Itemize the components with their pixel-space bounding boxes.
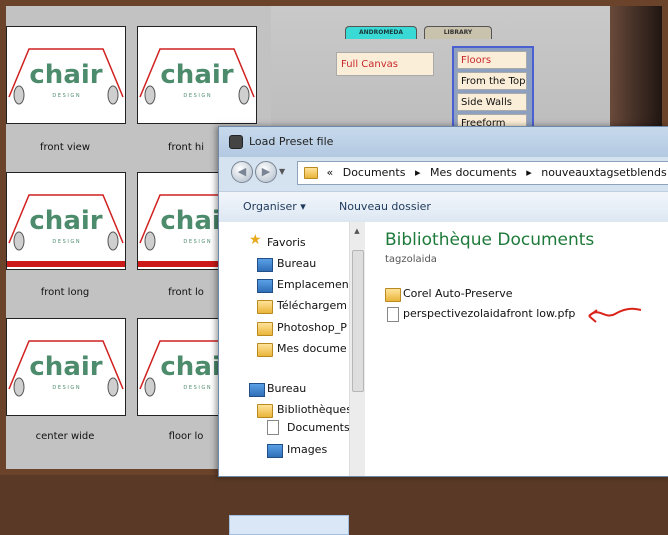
back-button[interactable]: ◀ [231, 161, 253, 183]
library-title: Bibliothèque Documents [385, 230, 595, 250]
address-prefix: « [326, 166, 334, 179]
thumbnail-label: center wide [35, 431, 95, 442]
thumbnail-preview: chair D E S I G N [139, 48, 255, 105]
images-icon [267, 444, 283, 458]
folder-icon [304, 167, 318, 179]
thumb-sub: D E S I G N [52, 93, 79, 99]
tab-andromeda[interactable]: ANDROMEDA [345, 26, 417, 39]
chevron-right-icon[interactable]: ▸ [415, 162, 421, 184]
menu-item-side-walls[interactable]: Side Walls [457, 93, 527, 111]
folder-icon [385, 288, 401, 302]
recent-dropdown-icon[interactable]: ▼ [279, 167, 285, 176]
nav-item-photoshop[interactable]: Photoshop_P [277, 321, 347, 334]
thumbnail-1[interactable]: chair D E S I G N [6, 26, 126, 124]
nav-images[interactable]: Images [287, 443, 327, 456]
library-subtitle: tagzolaida [385, 254, 437, 265]
nav-bureau[interactable]: Bureau [267, 382, 306, 395]
organiser-button[interactable]: Organiser ▾ [243, 200, 306, 213]
thumbnail-5[interactable]: chair D E S I G N [6, 318, 126, 416]
navigation-pane: ★ Favoris Bureau Emplacement Téléchargem… [219, 222, 353, 535]
downloads-folder-icon [257, 300, 273, 314]
address-segment-mes-documents[interactable]: Mes documents [430, 162, 517, 184]
thumbnail-preview: chair D E S I G N [7, 194, 125, 267]
thumbnail-label: front view [40, 142, 90, 153]
places-icon [257, 279, 273, 293]
chevron-right-icon[interactable]: ▸ [526, 162, 532, 184]
nav-item-telechargements[interactable]: Téléchargem [277, 299, 347, 312]
annotation-arrow [588, 307, 642, 323]
dialog-toolbar: Organiser ▾ Nouveau dossier [219, 191, 668, 223]
file-item-pfp[interactable]: perspectivezolaidafront low.pfp [403, 307, 575, 320]
full-canvas-item[interactable]: Full Canvas [336, 52, 434, 76]
thumb-sub: D E S I G N [52, 239, 79, 245]
thumb-sub: D E S I G N [183, 239, 210, 245]
desktop-icon [257, 258, 273, 272]
menu-item-floors[interactable]: Floors [457, 51, 527, 69]
thumb-sub: D E S I G N [52, 385, 79, 391]
thumbnail-preview: chair D E S I G N [8, 48, 124, 105]
desktop-icon [249, 383, 265, 397]
address-bar[interactable]: « Documents ▸ Mes documents ▸ nouveauxta… [297, 161, 668, 185]
dialog-title: Load Preset file [249, 135, 334, 148]
thumbnail-2[interactable]: chair D E S I G N [137, 26, 257, 124]
folder-icon [257, 343, 273, 357]
selected-nav-highlight [229, 515, 349, 535]
load-preset-dialog: Load Preset file ◀ ▶ ▼ « Documents ▸ Mes… [218, 126, 668, 535]
nav-item-emplacement[interactable]: Emplacement [277, 278, 353, 291]
thumb-word: chair [29, 60, 102, 90]
address-segment-nouveauxtagsetblends[interactable]: nouveauxtagsetblends [541, 162, 667, 184]
thumbnail-3[interactable]: chair D E S I G N [6, 172, 126, 270]
nav-bibliotheques[interactable]: Bibliothèques [277, 403, 352, 416]
forward-button[interactable]: ▶ [255, 161, 277, 183]
app-icon [229, 135, 243, 149]
nav-scrollbar[interactable]: ▲ [349, 222, 365, 476]
thumb-word: chair [29, 206, 102, 236]
scrollbar-thumb[interactable] [352, 250, 364, 392]
file-list-pane: Bibliothèque Documents tagzolaida Corel … [365, 222, 668, 476]
thumb-sub: D E S I G N [183, 385, 210, 391]
documents-icon [267, 420, 279, 435]
nav-documents[interactable]: Documents [287, 421, 350, 434]
folder-icon [257, 322, 273, 336]
nav-item-mes-documents[interactable]: Mes docume [277, 342, 347, 355]
thumb-word: chair [160, 60, 233, 90]
nav-item-bureau[interactable]: Bureau [277, 257, 316, 270]
thumb-word: chair [29, 352, 102, 382]
address-row: ◀ ▶ ▼ « Documents ▸ Mes documents ▸ nouv… [219, 157, 668, 187]
scroll-up-icon[interactable]: ▲ [352, 226, 362, 236]
tab-library[interactable]: LIBRARY [424, 26, 492, 39]
star-icon: ★ [249, 232, 262, 248]
address-segment-documents[interactable]: Documents [343, 162, 406, 184]
thumb-sub: D E S I G N [183, 93, 210, 99]
nav-favoris[interactable]: Favoris [267, 236, 306, 249]
thumbnail-preview: chair D E S I G N [8, 340, 124, 397]
thumbnail-label: front long [40, 287, 90, 298]
libraries-icon [257, 404, 273, 418]
new-folder-button[interactable]: Nouveau dossier [339, 200, 431, 213]
file-icon [387, 307, 399, 322]
file-item-corel-auto-preserve[interactable]: Corel Auto-Preserve [403, 287, 513, 300]
dialog-titlebar[interactable]: Load Preset file [219, 127, 668, 157]
menu-item-from-the-top[interactable]: From the Top [457, 72, 527, 90]
